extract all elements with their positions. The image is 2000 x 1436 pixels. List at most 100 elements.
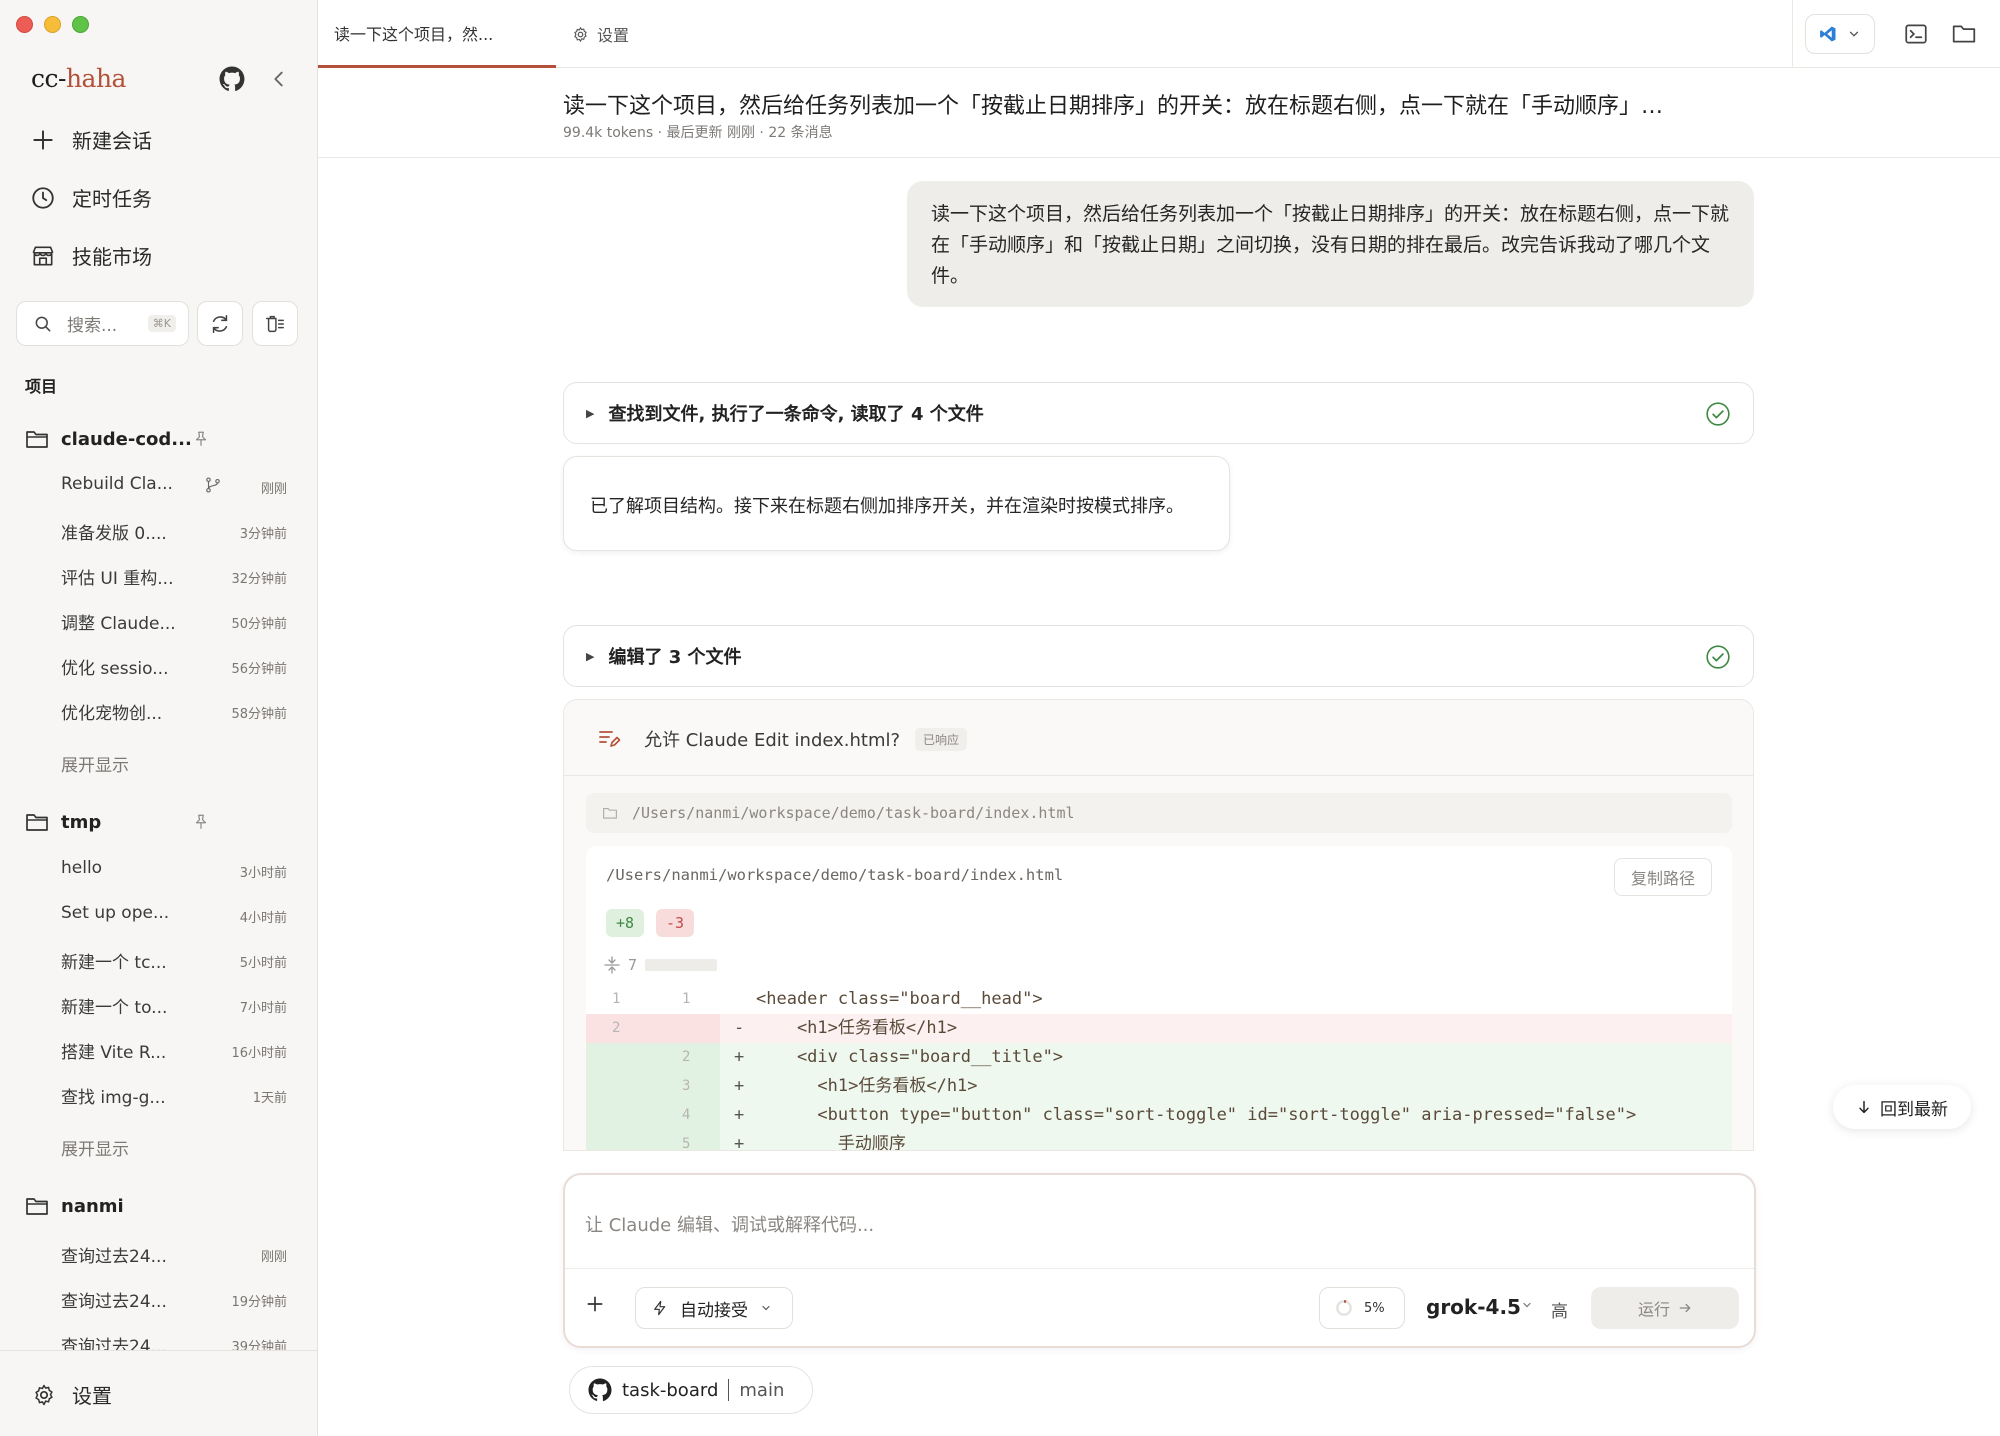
session-title: Set up ope... bbox=[61, 903, 170, 923]
session-title: 新建一个 to... bbox=[61, 998, 168, 1018]
close-window-button[interactable] bbox=[16, 16, 33, 33]
session-item[interactable]: 查找 img-g... 1天前 bbox=[61, 1081, 291, 1109]
session-item[interactable]: 新建一个 tc... 5小时前 bbox=[61, 946, 291, 974]
project-item[interactable]: tmp bbox=[25, 811, 101, 833]
context-ring-icon bbox=[1336, 1300, 1352, 1316]
tool-summary-label: 查找到文件, 执行了一条命令, 读取了 4 个文件 bbox=[608, 404, 984, 425]
model-selector[interactable]: grok-4.5 bbox=[1426, 1295, 1521, 1319]
permission-mode-dropdown[interactable]: 自动接受 bbox=[635, 1287, 793, 1329]
minimize-window-button[interactable] bbox=[44, 16, 61, 33]
diff-sign: + bbox=[734, 1076, 745, 1096]
session-item[interactable]: 评估 UI 重构... 32分钟前 bbox=[61, 562, 291, 590]
copy-path-button[interactable]: 复制路径 bbox=[1613, 858, 1712, 896]
back-to-latest-label: 回到最新 bbox=[1880, 1099, 1948, 1120]
diff-sign: - bbox=[734, 1018, 745, 1038]
session-time: 1天前 bbox=[252, 1091, 287, 1106]
session-time: 50分钟前 bbox=[231, 617, 287, 632]
session-title: 调整 Claude... bbox=[61, 614, 176, 634]
session-title: 查询过去24... bbox=[61, 1337, 167, 1350]
session-item[interactable]: 查询过去24... 刚刚 bbox=[61, 1240, 291, 1268]
clock-icon bbox=[32, 186, 54, 209]
permission-title: 允许 Claude Edit index.html? bbox=[644, 730, 901, 751]
brand-prefix: cc- bbox=[31, 64, 66, 93]
session-item[interactable]: 优化 sessio... 56分钟前 bbox=[61, 652, 291, 680]
run-button[interactable]: 运行 bbox=[1591, 1287, 1739, 1329]
tab-conversation[interactable]: 读一下这个项目，然... bbox=[318, 0, 556, 68]
search-input[interactable]: 搜索... ⌘K bbox=[16, 301, 189, 346]
conversation-header: 读一下这个项目，然后给任务列表加一个「按截止日期排序」的开关：放在标题右侧，点一… bbox=[318, 68, 2000, 158]
skills-market-button[interactable]: 技能市场 bbox=[30, 241, 152, 270]
github-icon[interactable] bbox=[219, 66, 245, 92]
folder-icon[interactable] bbox=[1951, 21, 1977, 47]
collapse-sidebar-icon[interactable] bbox=[268, 68, 290, 90]
repo-name: task-board bbox=[622, 1379, 719, 1401]
sidebar-settings-button[interactable]: 设置 bbox=[32, 1380, 112, 1409]
file-path: /Users/nanmi/workspace/demo/task-board/i… bbox=[632, 804, 1075, 822]
diff-gutter bbox=[586, 1130, 720, 1150]
tool-summary-card[interactable]: ▶ 查找到文件, 执行了一条命令, 读取了 4 个文件 bbox=[563, 382, 1754, 444]
projects-section-label: 项目 bbox=[25, 377, 58, 396]
open-in-editor-dropdown[interactable] bbox=[1805, 14, 1875, 54]
session-item[interactable]: Rebuild Cla... 刚刚 bbox=[61, 472, 291, 500]
bulk-delete-button[interactable] bbox=[252, 301, 298, 346]
session-title: Rebuild Cla... bbox=[61, 474, 173, 494]
session-item[interactable]: 搭建 Vite R... 16小时前 bbox=[61, 1036, 291, 1064]
session-item[interactable]: 新建一个 to... 7小时前 bbox=[61, 991, 291, 1019]
expand-hidden-lines[interactable]: 7 bbox=[604, 956, 718, 974]
diff-gutter bbox=[586, 1101, 720, 1130]
effort-selector[interactable]: 高 bbox=[1551, 1297, 1568, 1322]
diff-viewer: /Users/nanmi/workspace/demo/task-board/i… bbox=[586, 846, 1732, 1151]
pin-icon[interactable] bbox=[192, 813, 210, 831]
scheduled-tasks-button[interactable]: 定时任务 bbox=[30, 183, 152, 212]
tab-settings[interactable]: 设置 bbox=[572, 0, 629, 68]
terminal-icon[interactable] bbox=[1903, 21, 1929, 47]
context-percent: 5% bbox=[1364, 1300, 1385, 1316]
composer-input[interactable]: 让 Claude 编辑、调试或解释代码... bbox=[585, 1211, 874, 1237]
diff-sign: + bbox=[734, 1134, 745, 1151]
session-time: 32分钟前 bbox=[231, 572, 287, 587]
back-to-latest-button[interactable]: 回到最新 bbox=[1833, 1085, 1971, 1129]
gear-icon bbox=[574, 26, 587, 42]
app-brand: cc-haha bbox=[31, 64, 126, 93]
project-name: claude-cod... bbox=[61, 428, 192, 450]
permission-card: 允许 Claude Edit index.html? 已响应 /Users/na… bbox=[563, 699, 1754, 1151]
chevron-down-icon[interactable] bbox=[1521, 1299, 1533, 1311]
tab-label: 读一下这个项目，然... bbox=[334, 24, 494, 44]
new-line-number: 1 bbox=[682, 991, 691, 1007]
session-item[interactable]: Set up ope... 4小时前 bbox=[61, 901, 291, 929]
session-title: 搭建 Vite R... bbox=[61, 1043, 167, 1063]
tool-summary-card[interactable]: ▶ 编辑了 3 个文件 bbox=[563, 625, 1754, 687]
message-composer: 让 Claude 编辑、调试或解释代码... 自动接受 5% grok-4.5 … bbox=[563, 1173, 1756, 1348]
diff-code: <button type="button" class="sort-toggle… bbox=[756, 1105, 1637, 1125]
new-line-number: 2 bbox=[682, 1049, 691, 1065]
expand-more-link[interactable]: 展开显示 bbox=[61, 1135, 129, 1160]
composer-divider bbox=[565, 1268, 1754, 1269]
session-item[interactable]: 准备发版 0.... 3分钟前 bbox=[61, 517, 291, 545]
context-usage-indicator[interactable]: 5% bbox=[1319, 1287, 1405, 1329]
expand-bar bbox=[645, 959, 718, 971]
project-item[interactable]: nanmi bbox=[25, 1195, 124, 1217]
edit-lines-icon bbox=[599, 731, 621, 747]
expand-more-link[interactable]: 展开显示 bbox=[61, 751, 129, 776]
session-item[interactable]: 查询过去24... 39分钟前 bbox=[61, 1330, 291, 1350]
status-badge: 已响应 bbox=[915, 728, 968, 751]
session-time: 刚刚 bbox=[260, 482, 287, 497]
attach-button[interactable] bbox=[585, 1291, 605, 1321]
zoom-window-button[interactable] bbox=[72, 16, 89, 33]
session-item[interactable]: 调整 Claude... 50分钟前 bbox=[61, 607, 291, 635]
repo-branch-pill[interactable]: task-board main bbox=[569, 1366, 813, 1414]
session-item[interactable]: 优化宠物创... 58分钟前 bbox=[61, 697, 291, 725]
session-item[interactable]: hello 3小时前 bbox=[61, 856, 291, 884]
new-session-button[interactable]: 新建会话 bbox=[30, 125, 152, 154]
refresh-button[interactable] bbox=[197, 301, 243, 346]
git-branch-icon bbox=[206, 477, 220, 493]
branch-name: main bbox=[739, 1379, 785, 1401]
top-actions bbox=[1792, 0, 2000, 68]
file-path-row: /Users/nanmi/workspace/demo/task-board/i… bbox=[586, 793, 1732, 833]
caret-right-icon: ▶ bbox=[586, 406, 595, 420]
conversation-meta: 99.4k tokens · 最后更新 刚刚 · 22 条消息 bbox=[563, 125, 833, 141]
pin-icon[interactable] bbox=[192, 430, 210, 448]
diff-gutter bbox=[586, 1043, 720, 1072]
session-item[interactable]: 查询过去24... 19分钟前 bbox=[61, 1285, 291, 1313]
project-item[interactable]: claude-cod... bbox=[25, 428, 192, 450]
